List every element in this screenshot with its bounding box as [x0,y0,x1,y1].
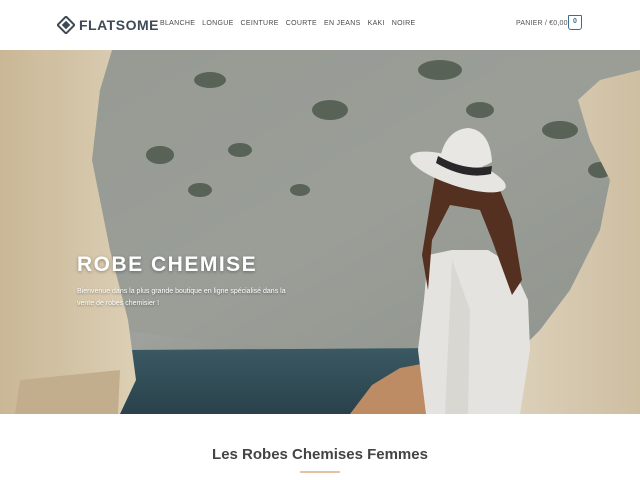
nav-item-courte[interactable]: COURTE [286,19,317,29]
main-nav: BLANCHE LONGUE CEINTURE COURTE EN JEANS … [160,19,422,29]
logo[interactable]: FLATSOME [57,15,159,35]
shopping-bag-icon[interactable]: 0 [568,15,582,30]
nav-item-longue[interactable]: LONGUE [202,19,233,29]
nav-item-kaki[interactable]: KAKI [368,19,385,29]
hero-subtitle: Bienvenue dans la plus grande boutique e… [77,288,286,307]
section-divider [300,471,340,473]
hero-image [0,50,640,414]
nav-item-ceinture[interactable]: CEINTURE [241,19,279,29]
nav-item-noire[interactable]: NOIRE [392,19,416,29]
site-header: FLATSOME BLANCHE LONGUE CEINTURE COURTE … [0,0,640,50]
tag-diamond-icon [57,16,75,34]
section-title: Les Robes Chemises Femmes [212,446,428,463]
nav-item-blanche[interactable]: BLANCHE [160,19,195,29]
hero-banner: ROBE CHEMISE Bienvenue dans la plus gran… [0,50,640,414]
logo-text: FLATSOME [79,17,159,33]
cart-link[interactable]: PANIER / €0,00 0 [516,15,582,30]
nav-item-en-jeans[interactable]: EN JEANS [324,19,361,29]
hero-title: ROBE CHEMISE [77,253,258,276]
cart-label: PANIER / €0,00 [516,20,568,27]
